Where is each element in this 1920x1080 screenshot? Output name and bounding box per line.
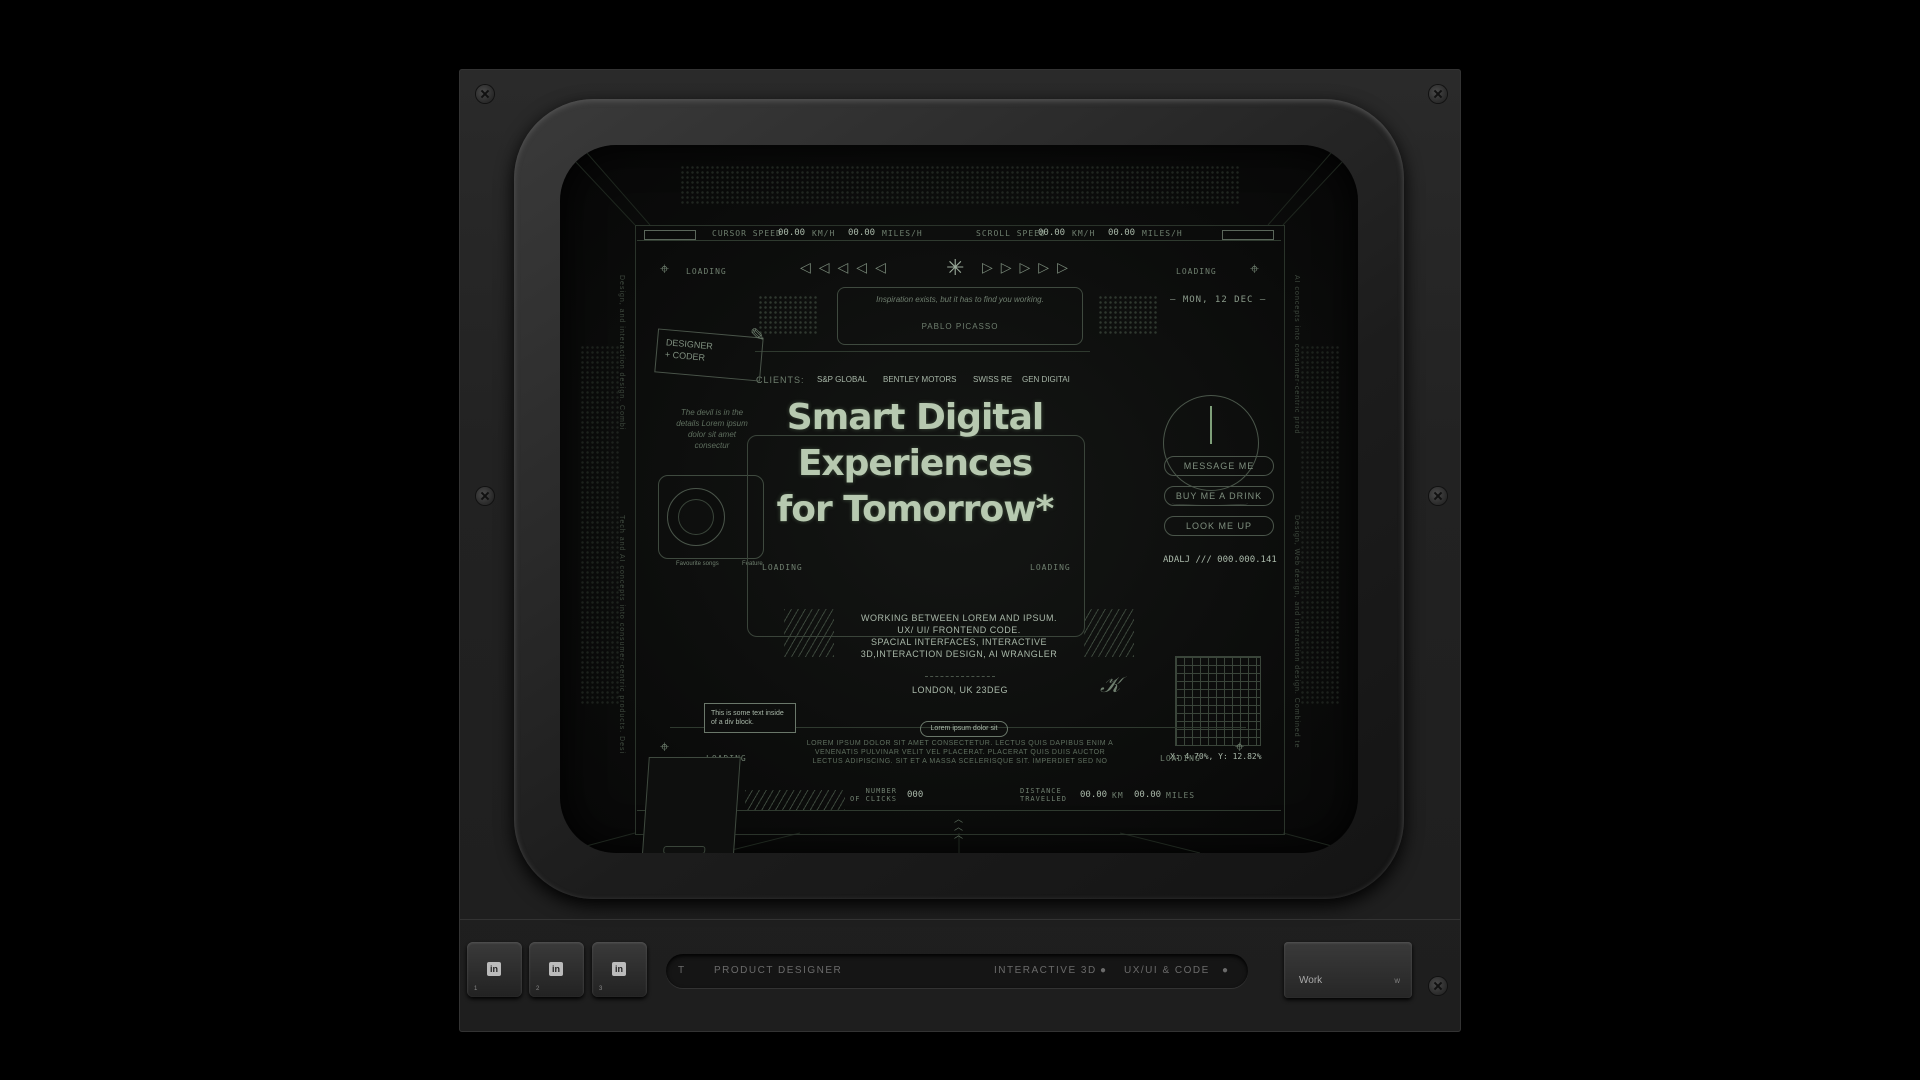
linkedin-key[interactable]: in 3 xyxy=(592,942,647,997)
dot-panel xyxy=(758,295,818,335)
crosshair-icon: ⌖ xyxy=(1235,737,1246,756)
dot-panel xyxy=(580,345,620,705)
clicks-label: NUMBER OF CLICKS xyxy=(850,787,897,803)
chevrons-up-icon: ︿ ︿ ︿ xyxy=(954,814,965,840)
ticker-text: PRODUCT DESIGNER xyxy=(714,965,843,976)
kmh-unit: KM/H xyxy=(1072,229,1096,238)
designer-tag: DESIGNER + CODER xyxy=(654,328,764,382)
analog-clock xyxy=(1163,395,1259,491)
devil-text: The devil is in the details Lorem ipsum … xyxy=(676,408,748,450)
client-item: BENTLEY MOTORS xyxy=(883,375,957,384)
distance-km-value: 00.00 xyxy=(1080,790,1108,800)
dot-icon: ● xyxy=(1100,965,1108,976)
screw-icon xyxy=(1429,85,1447,103)
screw-icon xyxy=(476,85,494,103)
cursor-mph-value: 00.00 xyxy=(848,228,876,238)
loading-label: LOADING xyxy=(1176,267,1217,276)
buy-me-a-drink-button[interactable]: BUY ME A DRINK xyxy=(1164,486,1274,506)
marquee-ticker: T PRODUCT DESIGNER INTERACTIVE 3D ● UX/U… xyxy=(666,954,1248,988)
ceiling-dots xyxy=(680,165,1240,205)
scroll-speed-label: SCROLL SPEED xyxy=(976,229,1046,238)
date-label: – MON, 12 DEC – xyxy=(1170,295,1267,305)
cursor-speed-label: CURSOR SPEED xyxy=(712,229,782,238)
loading-label: LOADING xyxy=(1030,563,1071,572)
crosshair-icon: ⌖ xyxy=(1250,259,1261,278)
mph-unit: MILES/H xyxy=(882,229,923,238)
linkedin-key[interactable]: in 1 xyxy=(467,942,522,997)
favourite-songs-label: Favourite songs xyxy=(676,561,719,567)
client-item: S&P GLOBAL xyxy=(817,375,868,384)
location-label: LONDON, UK 23DEG xyxy=(912,685,1009,695)
ticker-text: INTERACTIVE 3D xyxy=(994,965,1097,976)
loading-label: LOADING xyxy=(762,563,803,572)
km-unit: KM xyxy=(1112,791,1124,800)
clients-label: CLIENTS: xyxy=(756,375,805,385)
working-text: WORKING BETWEEN LOREM AND IPSUM. UX/ UI/… xyxy=(860,613,1058,659)
linkedin-key[interactable]: in 2 xyxy=(529,942,584,997)
linkedin-icon: in xyxy=(487,962,501,976)
hero-title: Smart Digital Experiences for Tomorrow* xyxy=(745,395,1085,533)
work-label: Work xyxy=(1299,975,1323,986)
look-me-up-button[interactable]: LOOK ME UP xyxy=(1164,516,1274,536)
cursor-kmh-value: 00.00 xyxy=(778,228,806,238)
side-text-right: AI concepts into consumer-centric prod xyxy=(1293,275,1300,435)
crt-screen: CURSOR SPEED 00.00 KM/H 00.00 MILES/H SC… xyxy=(560,145,1358,853)
loading-label: LOADING xyxy=(1160,754,1201,763)
lorem-body-text: LOREM IPSUM DOLOR SIT AMET CONSECTETUR. … xyxy=(806,740,1114,765)
record-icon xyxy=(667,488,725,546)
kmh-unit: KM/H xyxy=(812,229,836,238)
client-item: SWISS RE xyxy=(973,375,1013,384)
quote-text: Inspiration exists, but it has to find y… xyxy=(876,295,1044,304)
scroll-speed-box xyxy=(1222,230,1274,240)
hero-line-3: for Tomorrow* xyxy=(776,489,1055,530)
dot-panel xyxy=(1300,345,1340,705)
message-me-button[interactable]: MESSAGE ME xyxy=(1164,456,1274,476)
crosshair-icon: ⌖ xyxy=(660,737,671,756)
device-frame: CURSOR SPEED 00.00 KM/H 00.00 MILES/H SC… xyxy=(459,69,1461,1032)
client-item: GEN DIGITAI xyxy=(1022,375,1070,384)
speaker-box xyxy=(641,757,741,853)
scroll-mph-value: 00.00 xyxy=(1108,228,1136,238)
linkedin-icon: in xyxy=(612,962,626,976)
starburst-icon: ✳ xyxy=(946,255,966,280)
linkedin-icon: in xyxy=(549,962,563,976)
ticker-text: UX/UI & CODE xyxy=(1124,965,1210,976)
arrows-left-icon: ◁◁◁◁◁ xyxy=(800,259,894,275)
side-text-right-2: Design, Web design, and interaction desi… xyxy=(1293,515,1300,749)
work-shortcut: W xyxy=(1394,979,1400,985)
clicks-value: 000 xyxy=(907,790,924,800)
mph-unit: MILES/H xyxy=(1142,229,1183,238)
loading-label: LOADING xyxy=(686,267,727,276)
distance-mi-value: 00.00 xyxy=(1134,790,1162,800)
quote-box: Inspiration exists, but it has to find y… xyxy=(837,287,1083,345)
dot-icon: ● xyxy=(1222,965,1230,976)
screw-icon xyxy=(476,487,494,505)
dot-panel xyxy=(1098,295,1158,335)
quote-author: PABLO PICASSO xyxy=(921,322,999,331)
pencil-icon: ✎ xyxy=(750,325,767,345)
miles-unit: MILES xyxy=(1166,791,1196,800)
scroll-kmh-value: 00.00 xyxy=(1038,228,1066,238)
distance-label: DISTANCE TRAVELLED xyxy=(1020,787,1067,803)
adalj-readout: ADALJ /// 000.000.141 xyxy=(1163,555,1277,565)
crosshair-icon: ⌖ xyxy=(660,259,671,278)
hatch-strip xyxy=(745,790,845,810)
position-grid xyxy=(1175,656,1261,746)
work-key[interactable]: Work W xyxy=(1284,942,1412,998)
cursor-speed-box xyxy=(644,230,696,240)
ticker-text: T xyxy=(678,965,686,976)
arrows-right-icon: ▷▷▷▷▷ xyxy=(982,259,1076,275)
tooltip-box: This is some text inside of a div block. xyxy=(704,703,796,733)
monitor-bezel: CURSOR SPEED 00.00 KM/H 00.00 MILES/H SC… xyxy=(514,99,1404,899)
hero-line-1: Smart Digital xyxy=(786,397,1044,438)
signature-icon: 𝒦 xyxy=(1100,673,1122,698)
screw-icon xyxy=(1429,487,1447,505)
hero-line-2: Experiences xyxy=(797,443,1033,484)
lorem-button[interactable]: Lorem ipsum dolor sit xyxy=(920,721,1008,737)
